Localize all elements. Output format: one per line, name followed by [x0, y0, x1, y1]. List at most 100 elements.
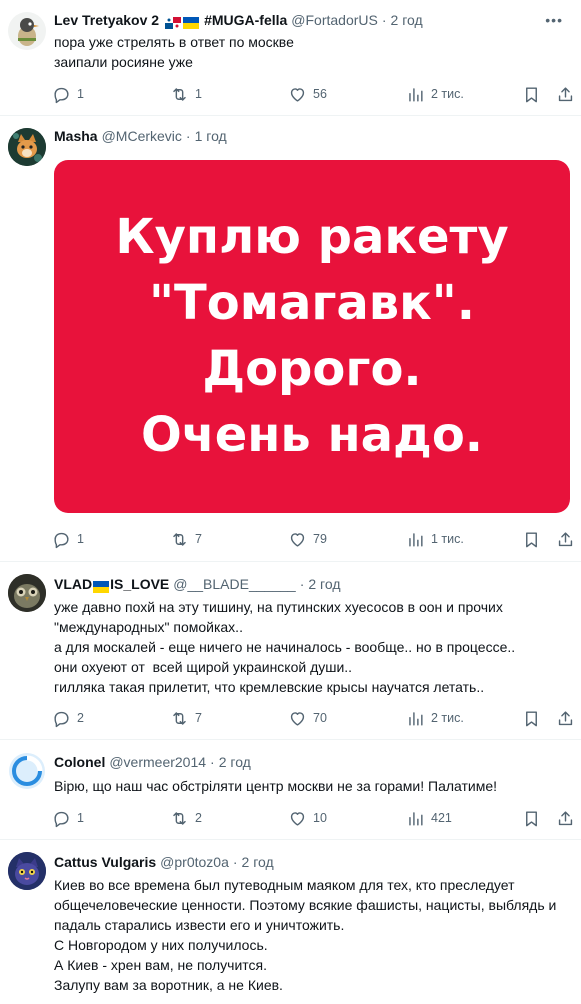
bookmark-button[interactable]: [522, 529, 541, 549]
bookmark-icon: [526, 810, 537, 826]
more-icon[interactable]: •••: [545, 10, 563, 30]
like-button[interactable]: 56: [288, 84, 327, 104]
author-handle[interactable]: @FortadorUS: [291, 10, 378, 30]
bookmark-button[interactable]: [522, 808, 541, 828]
separator: ·: [232, 854, 238, 870]
reply-button[interactable]: 2: [52, 708, 84, 728]
timestamp[interactable]: 2 год: [308, 574, 340, 594]
avatar[interactable]: [8, 752, 46, 790]
avatar[interactable]: [8, 852, 46, 890]
share-button[interactable]: [556, 84, 575, 104]
reply-count: 2: [77, 711, 84, 725]
bookmark-icon: [526, 86, 537, 102]
retweet-icon: [173, 711, 186, 725]
views-icon: [409, 711, 423, 726]
retweet-button[interactable]: 1: [170, 84, 202, 104]
author-handle[interactable]: @MCerkevic: [102, 126, 182, 146]
views-icon: [409, 87, 423, 102]
panama-flag-icon: [165, 14, 182, 29]
bookmark-icon: [526, 710, 537, 726]
views-button[interactable]: 2 тис.: [406, 708, 464, 728]
tweet[interactable]: VLAD IS_LOVE @__BLADE______ · 2 год уже …: [0, 562, 581, 740]
views-count: 421: [431, 811, 452, 825]
tweet[interactable]: Masha @MCerkevic · 1 год Куплю ракету "Т…: [0, 116, 581, 562]
reply-button[interactable]: 1: [52, 529, 84, 549]
retweet-count: 2: [195, 811, 202, 825]
share-button[interactable]: [556, 808, 575, 828]
tweet[interactable]: Colonel @vermeer2014 · 2 год Вірю, що на…: [0, 740, 581, 840]
views-count: 2 тис.: [431, 711, 464, 725]
tweet-text: Киев во все времена был путеводным маяко…: [54, 877, 557, 993]
bookmark-icon: [526, 531, 537, 547]
media-text-line: "Томагавк".: [148, 275, 475, 331]
like-button[interactable]: 79: [288, 529, 327, 549]
retweet-button[interactable]: 7: [170, 529, 202, 549]
author-name-suffix[interactable]: #MUGA-fella: [204, 10, 287, 30]
author-handle[interactable]: @pr0toz0a: [160, 852, 229, 872]
owl-icon: [8, 574, 46, 612]
like-button[interactable]: 10: [288, 808, 327, 828]
retweet-count: 7: [195, 532, 202, 546]
timestamp[interactable]: 1 год: [195, 126, 227, 146]
retweet-icon: [173, 811, 186, 825]
bird-icon: [8, 12, 46, 50]
ukraine-flag-icon: [93, 578, 110, 593]
reply-button[interactable]: 1: [52, 808, 84, 828]
reply-icon: [54, 811, 69, 827]
bookmark-button[interactable]: [522, 708, 541, 728]
author-name[interactable]: VLAD: [54, 574, 92, 594]
views-icon: [409, 811, 423, 826]
separator: ·: [299, 576, 305, 592]
cat-face-icon: [8, 852, 46, 890]
tweet-text: пора уже стрелять в ответ по москве заип…: [54, 34, 294, 70]
tweet-text: уже давно похй на эту тишину, на путинск…: [54, 599, 516, 695]
retweet-button[interactable]: 7: [170, 708, 202, 728]
retweet-button[interactable]: 2: [170, 808, 202, 828]
reply-count: 1: [77, 811, 84, 825]
retweet-icon: [173, 532, 186, 546]
author-handle[interactable]: @__BLADE______: [173, 574, 295, 594]
author-name[interactable]: Colonel: [54, 752, 105, 772]
views-count: 1 тис.: [431, 532, 464, 546]
bookmark-button[interactable]: [522, 84, 541, 104]
like-count: 79: [313, 532, 327, 546]
reply-icon: [54, 711, 69, 727]
timestamp[interactable]: 2 год: [242, 852, 274, 872]
author-handle[interactable]: @vermeer2014: [109, 752, 206, 772]
heart-icon: [290, 711, 305, 726]
avatar[interactable]: [8, 12, 46, 50]
retweet-icon: [173, 87, 186, 101]
like-button[interactable]: 70: [288, 708, 327, 728]
views-button[interactable]: 2 тис.: [406, 84, 464, 104]
separator: ·: [185, 128, 191, 144]
share-button[interactable]: [556, 708, 575, 728]
timestamp[interactable]: 2 год: [391, 10, 423, 30]
share-button[interactable]: [556, 529, 575, 549]
reply-icon: [54, 87, 69, 103]
tweet[interactable]: Lev Tretyakov 2 #MUGA-fella @FortadorUS …: [0, 0, 581, 116]
author-name-suffix[interactable]: IS_LOVE: [110, 574, 169, 594]
reply-count: 1: [77, 532, 84, 546]
action-bar: 1 2 10 421: [52, 808, 573, 828]
cat-icon: [8, 128, 46, 166]
views-button[interactable]: 1 тис.: [406, 529, 464, 549]
retweet-count: 7: [195, 711, 202, 725]
reply-icon: [54, 532, 69, 548]
timestamp[interactable]: 2 год: [219, 752, 251, 772]
author-name[interactable]: Lev Tretyakov 2: [54, 10, 159, 30]
reply-count: 1: [77, 87, 84, 101]
author-name[interactable]: Masha: [54, 126, 98, 146]
action-bar: 1 1 56 2 тис.: [52, 84, 573, 104]
tweet[interactable]: Cattus Vulgaris @pr0toz0a · 2 год Киев в…: [0, 840, 581, 1004]
avatar[interactable]: [8, 128, 46, 166]
media-image[interactable]: Куплю ракету "Томагавк". Дорого. Очень н…: [54, 160, 570, 513]
author-name[interactable]: Cattus Vulgaris: [54, 852, 156, 872]
share-icon: [558, 810, 573, 825]
views-button[interactable]: 421: [406, 808, 452, 828]
heart-icon: [290, 811, 305, 826]
media-text-line: Дорого.: [202, 341, 422, 397]
reply-button[interactable]: 1: [52, 84, 84, 104]
ring-icon: [9, 753, 45, 789]
avatar[interactable]: [8, 574, 46, 612]
separator: ·: [210, 754, 215, 770]
